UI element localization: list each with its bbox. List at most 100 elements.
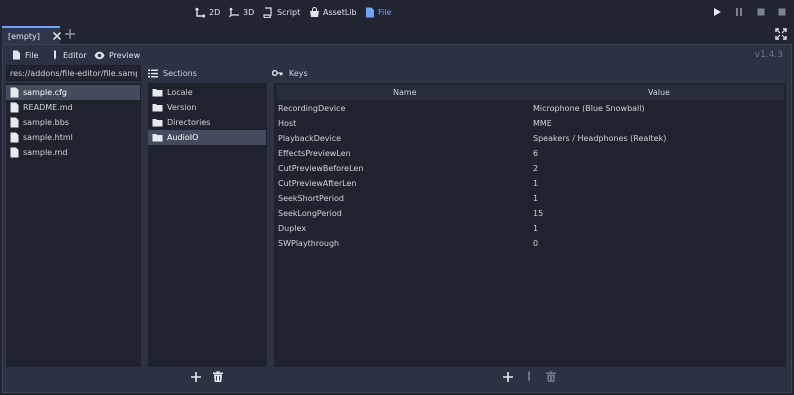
script-icon — [263, 6, 274, 18]
table-row[interactable]: SWPlaythrough 0 — [278, 236, 782, 251]
table-row[interactable]: RecordingDevice Microphone (Blue Snowball… — [278, 101, 782, 116]
key-name: Host — [278, 119, 297, 128]
key-name: SeekLongPeriod — [278, 209, 342, 218]
workspace-3d-button[interactable]: 3D — [229, 5, 254, 19]
list-item[interactable]: sample.bbs — [6, 115, 140, 130]
table-row[interactable]: CutPreviewAfterLen 1 — [278, 176, 782, 191]
pause-button[interactable] — [733, 6, 745, 18]
more-button[interactable] — [776, 6, 788, 18]
table-row[interactable]: SeekShortPeriod 1 — [278, 191, 782, 206]
list-item[interactable]: sample.md — [6, 145, 140, 160]
key-name: PlaybackDevice — [278, 134, 342, 143]
file-icon — [365, 7, 375, 18]
edit-key-button[interactable] — [525, 371, 537, 383]
key-name: SWPlaythrough — [278, 239, 340, 248]
key-value: Microphone (Blue Snowball) — [533, 104, 645, 113]
2d-icon — [195, 7, 206, 18]
folder-icon — [152, 133, 163, 142]
editor-menu-label: Editor — [63, 50, 87, 60]
file-menu-button[interactable]: File — [12, 49, 38, 61]
workspace-script-button[interactable]: Script — [263, 5, 300, 19]
version-label: v1.4.3 — [754, 50, 783, 60]
key-name: RecordingDevice — [278, 104, 346, 113]
scene-tab-label: [empty] — [8, 31, 40, 41]
trash-icon — [545, 371, 557, 383]
keys-table: Name Value RecordingDevice Microphone (Bl… — [274, 83, 786, 367]
key-value: 0 — [533, 239, 539, 248]
key-value: 1 — [533, 194, 539, 203]
list-item[interactable]: sample.html — [6, 130, 140, 145]
section-name: Directories — [167, 118, 211, 127]
column-value-header[interactable]: Value — [648, 88, 670, 97]
key-name: SeekShortPeriod — [278, 194, 344, 203]
action-bar — [146, 368, 786, 388]
more-icon — [776, 6, 788, 18]
key-name: Duplex — [278, 224, 307, 233]
trash-icon — [212, 371, 224, 383]
file-icon — [10, 102, 19, 113]
table-row[interactable]: Host MME — [278, 116, 782, 131]
plus-icon — [64, 28, 76, 40]
top-bar: 2D 3D Script AssetLib File — [0, 0, 794, 24]
list-item[interactable]: Directories — [148, 115, 266, 130]
column-name-header[interactable]: Name — [393, 88, 417, 97]
workspace-assetlib-button[interactable]: AssetLib — [309, 5, 357, 19]
stop-button[interactable] — [755, 6, 767, 18]
plus-icon — [190, 371, 202, 383]
path-input[interactable] — [6, 65, 141, 81]
key-name: CutPreviewBeforeLen — [278, 164, 364, 173]
file-name: sample.bbs — [23, 118, 69, 127]
workspace-script-label: Script — [277, 7, 301, 17]
table-row[interactable]: SeekLongPeriod 15 — [278, 206, 782, 221]
table-row[interactable]: Duplex 1 — [278, 221, 782, 236]
key-value: Speakers / Headphones (Realtek) — [533, 134, 667, 143]
sections-header: Sections — [148, 66, 266, 80]
scene-tab-strip: [empty] — [0, 24, 794, 44]
preview-menu-label: Preview — [109, 50, 141, 60]
play-button[interactable] — [711, 6, 723, 18]
workspace-file-button[interactable]: File — [365, 5, 391, 19]
file-name: sample.html — [23, 133, 73, 142]
list-item[interactable]: Version — [148, 100, 266, 115]
table-row[interactable]: CutPreviewBeforeLen 2 — [278, 161, 782, 176]
key-value: 1 — [533, 179, 539, 188]
add-key-button[interactable] — [502, 371, 514, 383]
workspace-3d-label: 3D — [243, 7, 255, 17]
editor-menu-button[interactable]: Editor — [51, 49, 87, 61]
pause-icon — [733, 6, 745, 18]
key-value: 1 — [533, 224, 539, 233]
section-name: Version — [167, 103, 197, 112]
file-name: README.md — [23, 103, 73, 112]
scene-tab[interactable]: [empty] — [2, 26, 62, 44]
keys-header: Keys — [272, 66, 372, 80]
list-item[interactable]: README.md — [6, 100, 140, 115]
sections-title: Sections — [163, 68, 197, 78]
add-tab-button[interactable] — [64, 28, 76, 40]
pencil-icon — [51, 50, 59, 61]
table-row[interactable]: PlaybackDevice Speakers / Headphones (Rea… — [278, 131, 782, 146]
list-icon — [148, 69, 158, 78]
delete-section-button[interactable] — [212, 371, 224, 383]
section-name: AudioIO — [167, 133, 199, 142]
list-item[interactable]: sample.cfg — [6, 85, 140, 100]
file-icon — [10, 117, 19, 128]
table-row[interactable]: EffectsPreviewLen 6 — [278, 146, 782, 161]
delete-key-button[interactable] — [545, 371, 557, 383]
workspace-2d-label: 2D — [209, 7, 221, 17]
close-icon[interactable] — [52, 31, 62, 41]
folder-icon — [152, 88, 163, 97]
workspace-2d-button[interactable]: 2D — [195, 5, 220, 19]
preview-menu-button[interactable]: Preview — [94, 49, 140, 61]
distraction-free-button[interactable] — [775, 28, 787, 40]
file-name: sample.md — [23, 148, 68, 157]
file-menu-label: File — [25, 50, 39, 60]
list-item[interactable]: Locale — [148, 85, 266, 100]
play-icon — [711, 6, 723, 18]
sections-list: Locale Version Directories AudioIO — [148, 83, 267, 367]
folder-icon — [152, 103, 163, 112]
table-header: Name Value — [276, 85, 784, 100]
stop-icon — [755, 6, 767, 18]
pencil-icon — [525, 371, 537, 383]
list-item[interactable]: AudioIO — [148, 130, 266, 145]
add-section-button[interactable] — [190, 371, 202, 383]
